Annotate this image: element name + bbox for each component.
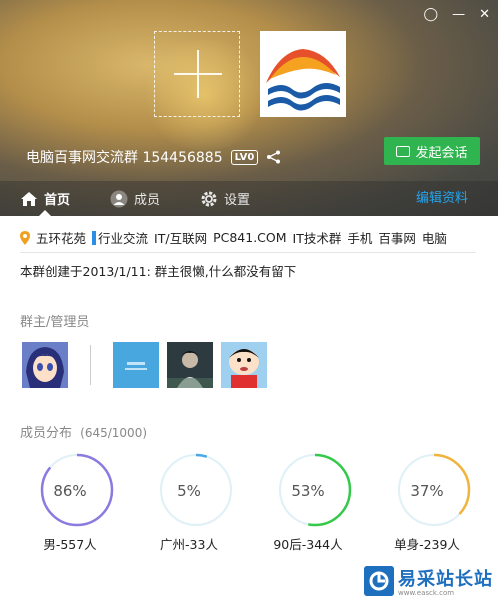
- category-tag[interactable]: IT/互联网: [154, 228, 207, 247]
- skin-icon[interactable]: ◯: [424, 6, 439, 24]
- stat-item: 86% 男-557人: [32, 452, 122, 553]
- group-header: ◯ — ✕ 电脑百事网交流群 154456885 LV0 发起会话 首页 成员 …: [0, 0, 498, 216]
- group-name: 电脑百事网交流群 154456885: [26, 150, 223, 166]
- tab-bar: 首页 成员 设置 编辑资料: [0, 181, 498, 216]
- stat-percent: 5%: [177, 482, 201, 500]
- start-chat-button[interactable]: 发起会话: [384, 137, 480, 165]
- keyword-tag[interactable]: PC841.COM: [213, 230, 286, 245]
- location-tag[interactable]: 五环花苑: [36, 228, 86, 247]
- home-icon: [21, 191, 37, 206]
- stat-caption: 90后-344人: [273, 537, 343, 552]
- member-count: (645/1000): [80, 426, 148, 440]
- group-avatar[interactable]: [260, 31, 346, 117]
- distribution-title-row: 成员分布 (645/1000): [20, 422, 147, 441]
- stat-item: 5% 广州-33人: [151, 452, 241, 553]
- stat-percent: 37%: [410, 482, 444, 500]
- tab-members[interactable]: 成员: [90, 181, 180, 216]
- distribution-title: 成员分布: [20, 426, 73, 441]
- group-description: 本群创建于2013/1/11: 群主很懒,什么都没有留下: [20, 264, 297, 279]
- minimize-icon[interactable]: —: [452, 6, 465, 24]
- close-icon[interactable]: ✕: [479, 6, 490, 24]
- watermark-logo: [364, 566, 394, 596]
- stat-caption: 广州-33人: [160, 537, 218, 552]
- watermark-text: 易采站长站: [398, 569, 493, 590]
- tab-members-label: 成员: [134, 193, 161, 208]
- tab-home[interactable]: 首页: [0, 181, 90, 216]
- admin-separator: [90, 345, 91, 385]
- industry-tag[interactable]: 行业交流: [98, 228, 148, 247]
- keyword-tag[interactable]: IT技术群: [293, 228, 342, 247]
- stat-item: 37% 单身-239人: [389, 452, 479, 553]
- admins-title: 群主/管理员: [20, 315, 90, 330]
- stat-caption: 单身-239人: [394, 537, 460, 552]
- distribution-stats: 86% 男-557人 5% 广州-33人 53% 90后-344人 37% 单身…: [0, 452, 498, 562]
- industry-marker: [92, 230, 97, 245]
- upload-photo-button[interactable]: [154, 31, 240, 117]
- tab-settings[interactable]: 设置: [180, 181, 270, 216]
- divider: [20, 252, 476, 253]
- admin-avatar[interactable]: [113, 342, 159, 388]
- keyword-tag[interactable]: 电脑: [422, 228, 447, 247]
- start-chat-label: 发起会话: [415, 145, 468, 161]
- owner-avatar[interactable]: [22, 342, 68, 388]
- location-pin-icon: [20, 230, 30, 245]
- admins-list: [22, 342, 267, 388]
- group-tags: 五环花苑 行业交流 IT/互联网 PC841.COM IT技术群 手机 百事网 …: [20, 228, 447, 247]
- stat-percent: 53%: [291, 482, 325, 500]
- tab-home-label: 首页: [44, 193, 71, 208]
- tab-settings-label: 设置: [224, 193, 251, 208]
- stat-item: 53% 90后-344人: [270, 452, 360, 553]
- share-icon[interactable]: [266, 150, 282, 164]
- chat-icon: [396, 145, 411, 157]
- admin-avatar[interactable]: [221, 342, 267, 388]
- admin-avatar[interactable]: [167, 342, 213, 388]
- edit-profile-link[interactable]: 编辑资料: [416, 181, 468, 216]
- gear-icon: [201, 191, 217, 206]
- members-icon: [110, 190, 128, 207]
- stat-caption: 男-557人: [43, 537, 97, 552]
- keyword-tag[interactable]: 手机: [347, 228, 372, 247]
- stat-percent: 86%: [53, 482, 87, 500]
- window-controls: ◯ — ✕: [424, 6, 490, 24]
- watermark: 易采站长站 www.easck.com: [360, 563, 498, 599]
- keyword-tag[interactable]: 百事网: [378, 228, 416, 247]
- group-title-row: 电脑百事网交流群 154456885 LV0: [26, 147, 282, 167]
- level-badge: LV0: [230, 149, 259, 165]
